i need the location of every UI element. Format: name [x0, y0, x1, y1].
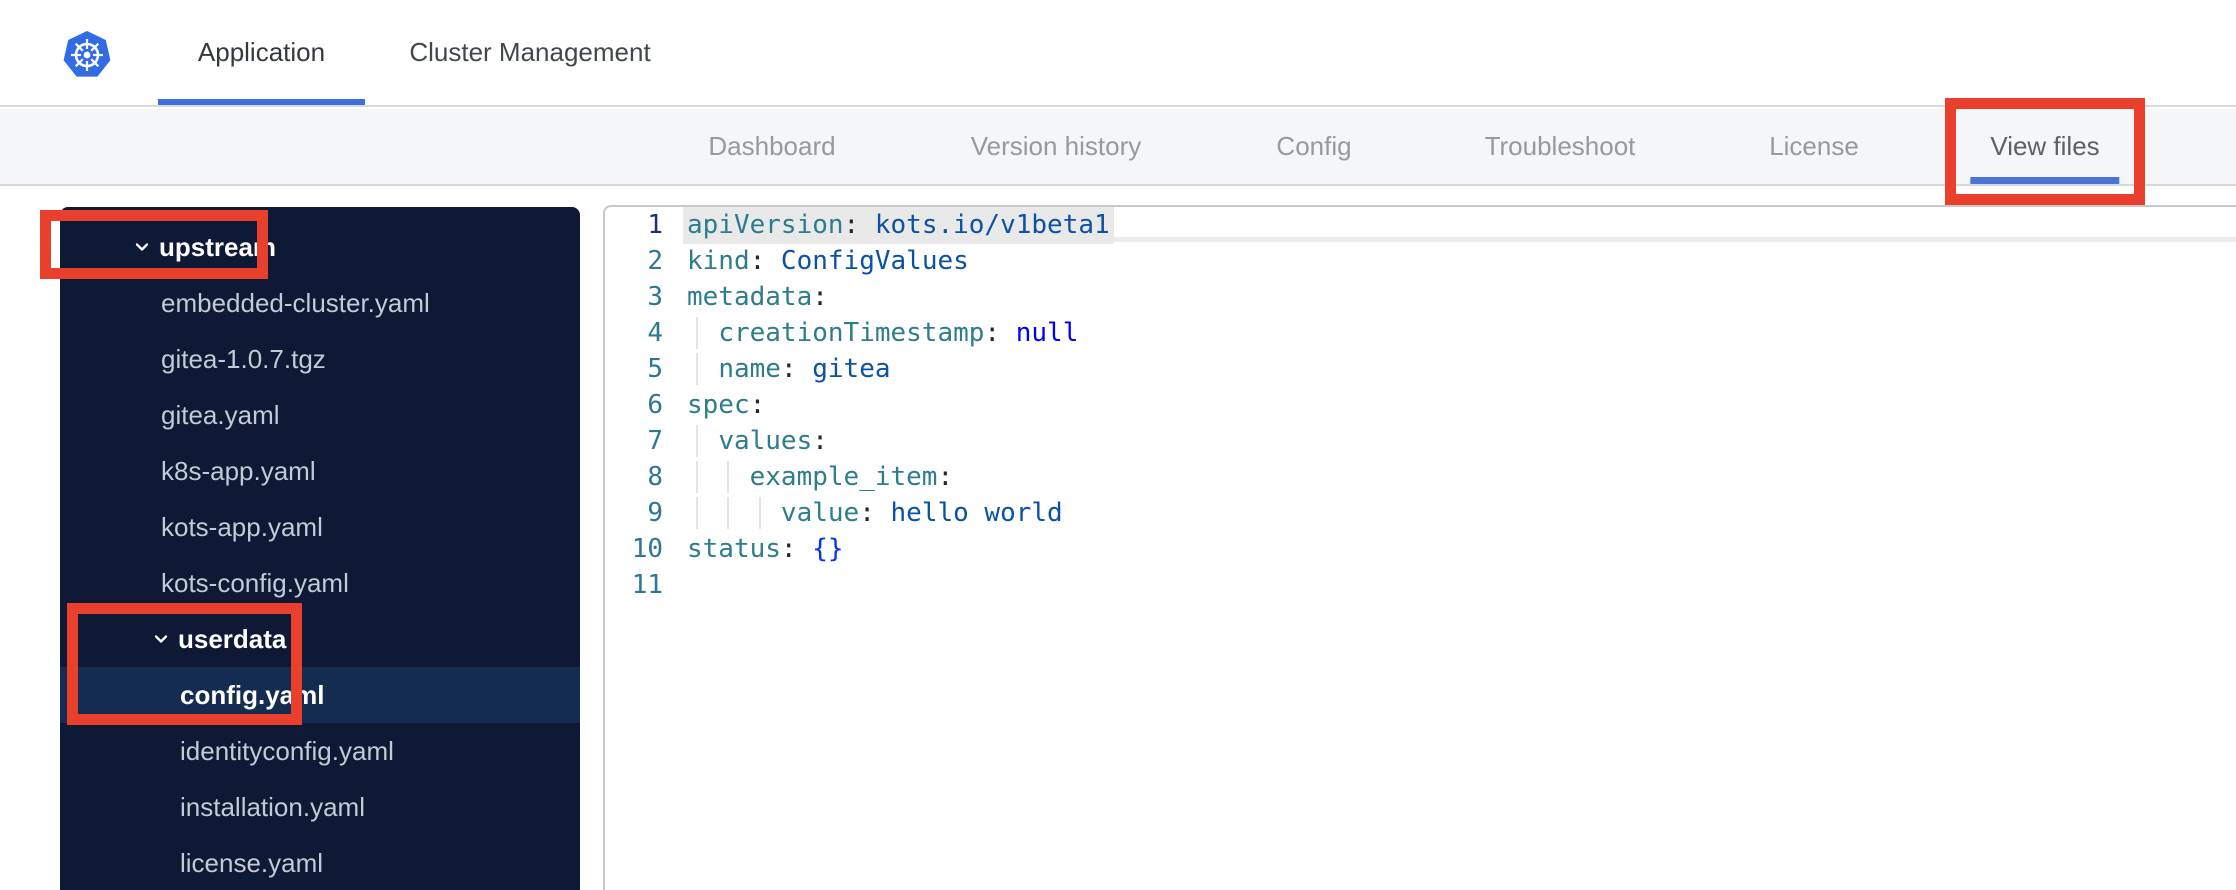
- line-number: 5: [647, 354, 663, 384]
- code-line-9[interactable]: 9 value: hello world: [605, 495, 2236, 531]
- tree-item-label: kots-config.yaml: [161, 567, 349, 598]
- tree-item-label: identityconfig.yaml: [180, 735, 394, 766]
- tree-item-label: config.yaml: [180, 679, 325, 710]
- file-tree-sidebar: upstream embedded-cluster.yaml gitea-1.0.7…: [60, 207, 580, 890]
- code-text: metadata:: [687, 282, 828, 312]
- nav-item-view-files[interactable]: View files: [1970, 109, 2121, 184]
- line-number: 11: [631, 570, 663, 600]
- tree-item-label: embedded-cluster.yaml: [161, 287, 430, 318]
- tree-item-label: userdata: [178, 623, 287, 654]
- tree-file-gitea-1.0.7.tgz[interactable]: gitea-1.0.7.tgz: [60, 331, 580, 387]
- code-text: creationTimestamp: null: [718, 318, 1079, 348]
- tree-file-license.yaml[interactable]: license.yaml: [60, 835, 580, 890]
- nav-item-dashboard[interactable]: Dashboard: [708, 109, 835, 184]
- code-line-2[interactable]: 2 kind: ConfigValues: [605, 243, 2236, 279]
- tree-item-label: gitea-1.0.7.tgz: [161, 343, 326, 374]
- line-number: 9: [647, 498, 663, 528]
- tree-folder-userdata[interactable]: userdata: [60, 611, 580, 667]
- tree-item-label: installation.yaml: [180, 791, 365, 822]
- code-text: value: hello world: [780, 498, 1063, 528]
- line-number: 4: [647, 318, 663, 348]
- code-line-5[interactable]: 5 name: gitea: [605, 351, 2236, 387]
- tree-file-installation.yaml[interactable]: installation.yaml: [60, 779, 580, 835]
- code-line-6[interactable]: 6 spec:: [605, 387, 2236, 423]
- code-text: spec:: [687, 390, 766, 420]
- tree-file-kots-app.yaml[interactable]: kots-app.yaml: [60, 499, 580, 555]
- tree-file-kots-config.yaml[interactable]: kots-config.yaml: [60, 555, 580, 611]
- tab-application[interactable]: Application: [158, 0, 365, 105]
- code-text: status: {}: [687, 534, 844, 564]
- tree-item-label: k8s-app.yaml: [161, 455, 316, 486]
- kubernetes-logo-icon: [63, 31, 111, 77]
- nav-item-config[interactable]: Config: [1276, 109, 1351, 184]
- app-nav-bar: Dashboard Version history Config Troublesho…: [0, 109, 2236, 186]
- code-text: name: gitea: [718, 354, 891, 384]
- top-bar: Application Cluster Management: [0, 0, 2236, 107]
- tree-item-label: kots-app.yaml: [161, 511, 323, 542]
- kots-admin-console: Application Cluster Management Dashboard…: [0, 0, 2236, 890]
- tab-cluster-management[interactable]: Cluster Management: [395, 0, 665, 105]
- tree-file-identityconfig.yaml[interactable]: identityconfig.yaml: [60, 723, 580, 779]
- tree-item-label: gitea.yaml: [161, 399, 280, 430]
- nav-item-troubleshoot[interactable]: Troubleshoot: [1485, 109, 1636, 184]
- tree-item-label: license.yaml: [180, 847, 324, 878]
- code-text: example_item:: [749, 462, 954, 492]
- code-line-8[interactable]: 8 example_item:: [605, 459, 2236, 495]
- tree-file-embedded-cluster.yaml[interactable]: embedded-cluster.yaml: [60, 275, 580, 331]
- chevron-down-icon: [154, 635, 168, 643]
- line-number: 7: [647, 426, 663, 456]
- tree-folder-upstream[interactable]: upstream: [60, 219, 580, 275]
- nav-item-license[interactable]: License: [1769, 109, 1859, 184]
- line-number: 8: [647, 462, 663, 492]
- code-line-4[interactable]: 4 creationTimestamp: null: [605, 315, 2236, 351]
- code-line-7[interactable]: 7 values:: [605, 423, 2236, 459]
- tree-item-label: upstream: [159, 231, 277, 262]
- code-text: apiVersion: kots.io/v1beta1: [687, 210, 1110, 240]
- line-number: 3: [647, 282, 663, 312]
- code-line-10[interactable]: 10 status: {}: [605, 531, 2236, 567]
- code-line-1[interactable]: 1 apiVersion: kots.io/v1beta1: [605, 207, 2236, 243]
- code-text: kind: ConfigValues: [687, 246, 969, 276]
- tree-file-gitea.yaml[interactable]: gitea.yaml: [60, 387, 580, 443]
- tree-file-k8s-app.yaml[interactable]: k8s-app.yaml: [60, 443, 580, 499]
- line-number: 1: [647, 210, 663, 240]
- line-number: 2: [647, 246, 663, 276]
- tree-file-config.yaml[interactable]: config.yaml: [60, 667, 580, 723]
- line-number: 6: [647, 390, 663, 420]
- code-line-11[interactable]: 11: [605, 567, 2236, 603]
- line-number: 10: [631, 534, 663, 564]
- code-line-3[interactable]: 3 metadata:: [605, 279, 2236, 315]
- chevron-down-icon: [135, 243, 149, 251]
- file-viewer-editor[interactable]: 1 apiVersion: kots.io/v1beta1 2 kind: Confi…: [603, 205, 2236, 890]
- code-text: values:: [718, 426, 828, 456]
- nav-item-version-history[interactable]: Version history: [971, 109, 1142, 184]
